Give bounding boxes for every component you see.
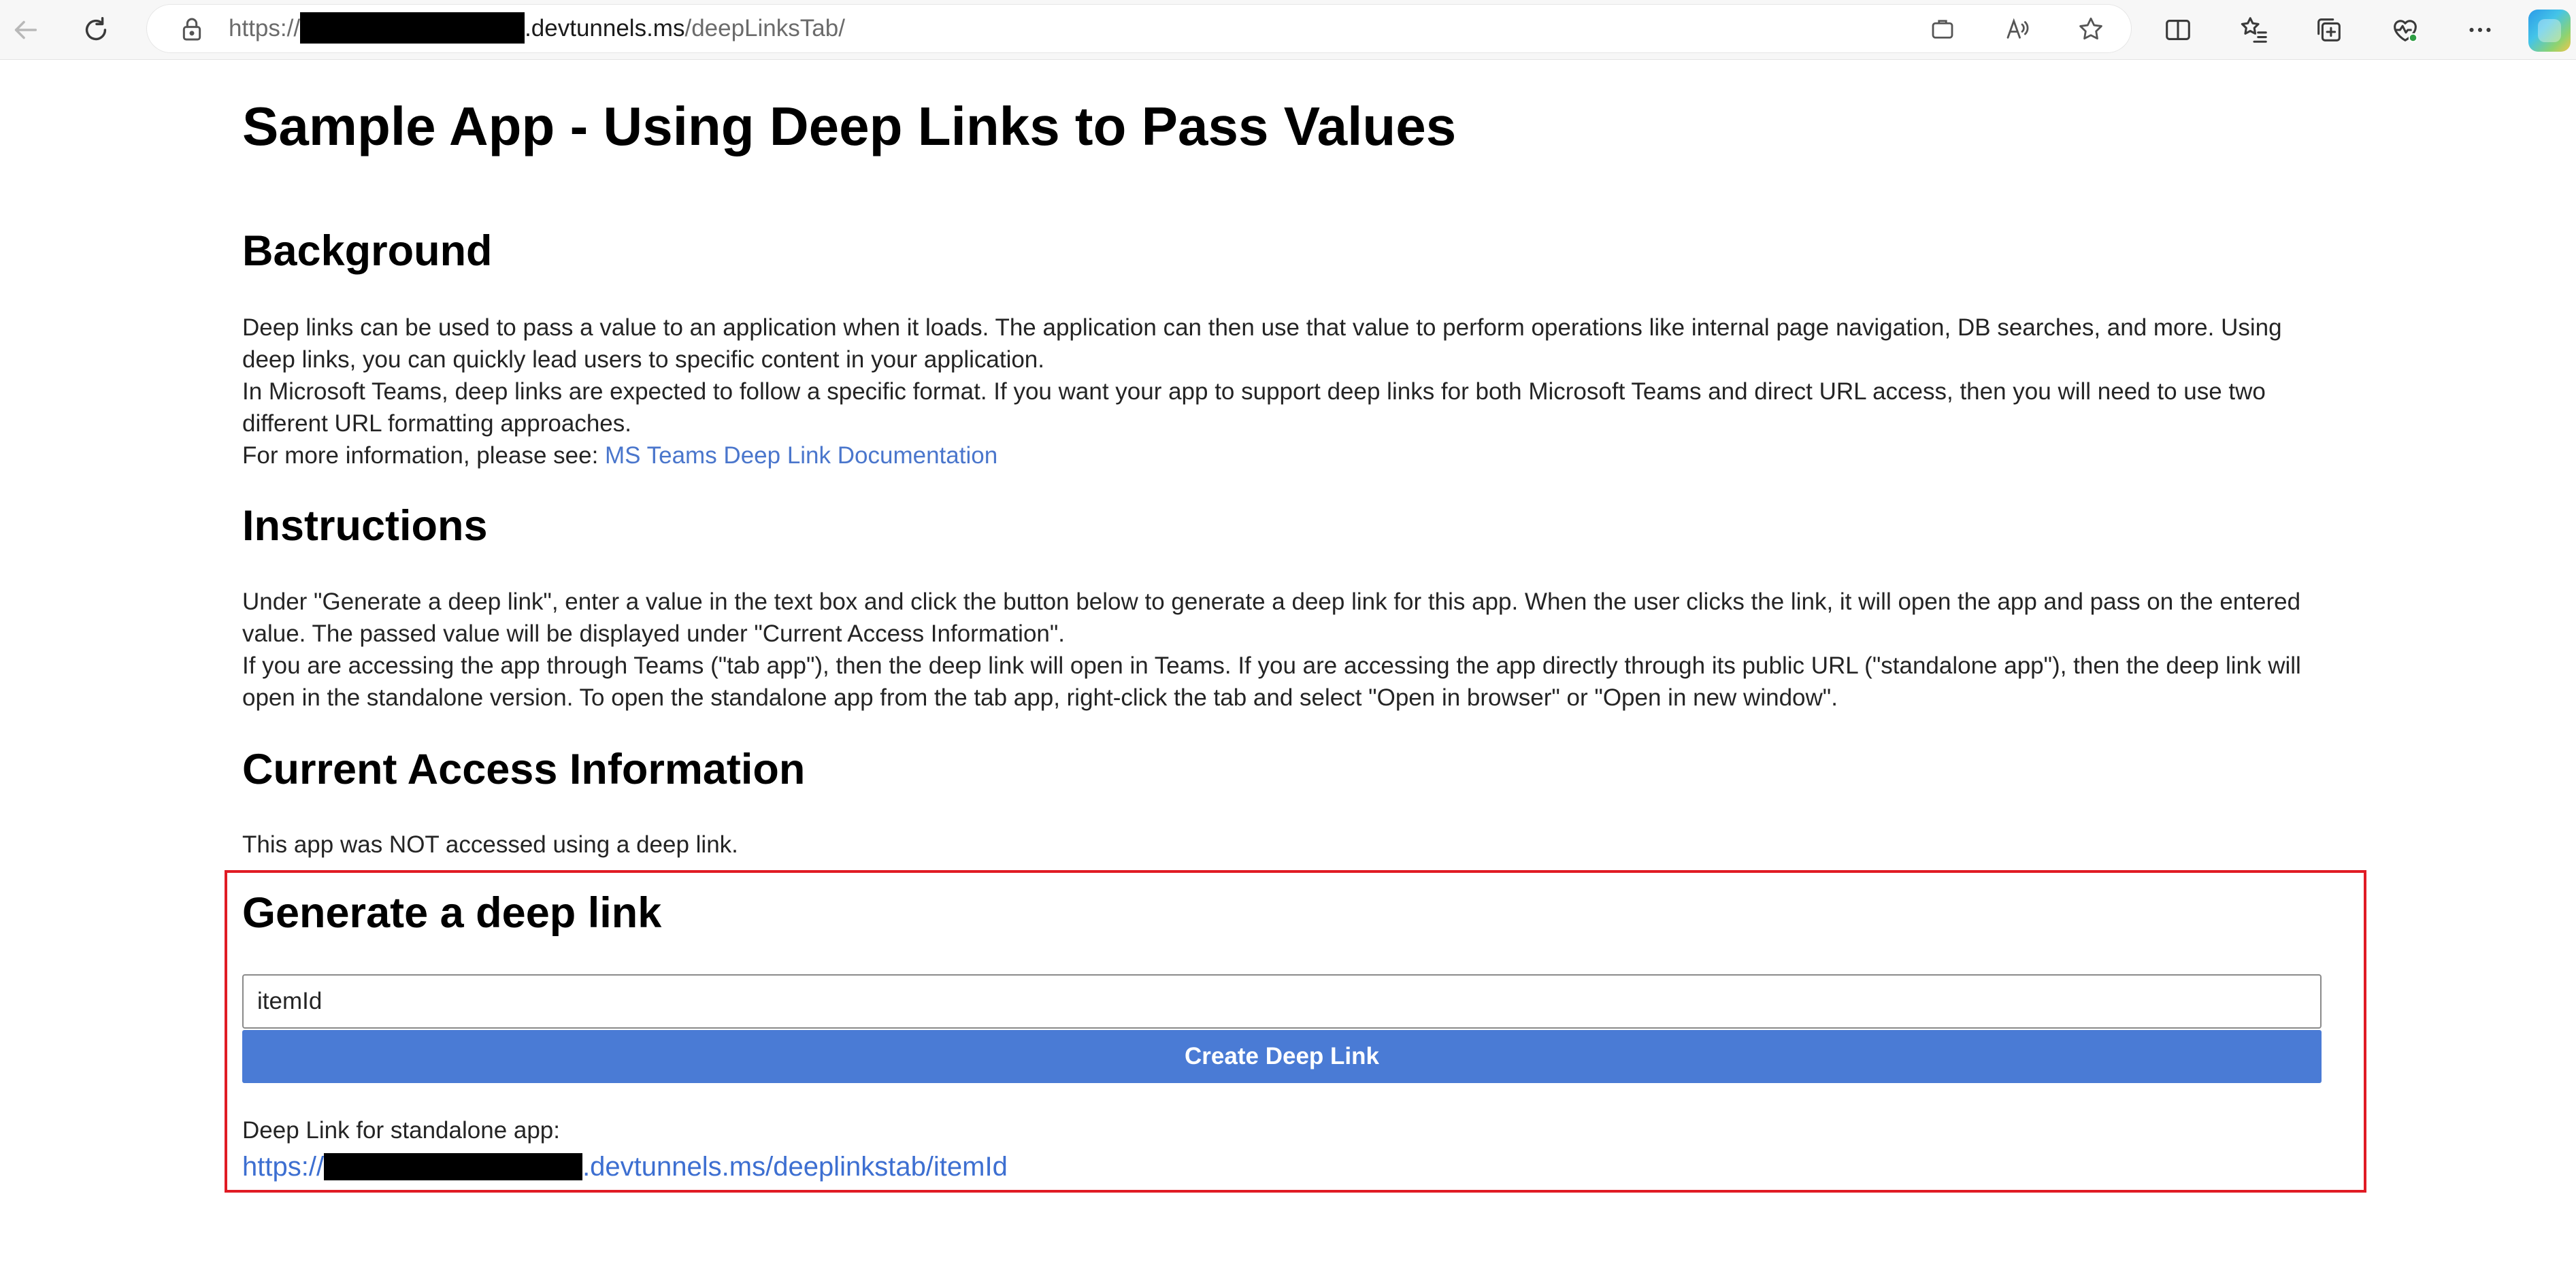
- redacted-block: [300, 12, 525, 44]
- split-screen-icon: [2166, 20, 2190, 40]
- url-text[interactable]: https:// .devtunnels.ms/deepLinksTab/: [229, 12, 845, 44]
- instructions-text-2: If you are accessing the app through Tea…: [242, 652, 2301, 711]
- background-text-3: For more information, please see: MS Tea…: [242, 439, 2311, 471]
- app-icon: [1932, 20, 1953, 39]
- refresh-button[interactable]: [75, 9, 117, 51]
- browser-toolbar: https:// .devtunnels.ms/deepLinksTab/: [0, 0, 2576, 60]
- lock-icon[interactable]: [178, 16, 205, 43]
- collections-button[interactable]: [2308, 9, 2350, 51]
- copilot-button[interactable]: [2528, 10, 2571, 52]
- back-button[interactable]: [4, 9, 46, 51]
- instructions-heading: Instructions: [242, 502, 488, 550]
- background-text-1: Deep links can be used to pass a value t…: [242, 314, 2282, 373]
- back-arrow-icon: [14, 20, 37, 39]
- item-id-input[interactable]: [242, 974, 2322, 1029]
- copilot-icon: [2538, 19, 2561, 42]
- refresh-icon: [85, 17, 107, 41]
- more-options-button[interactable]: [2459, 9, 2501, 51]
- app-available-button[interactable]: [1926, 12, 1960, 46]
- deep-link-scheme: https://: [242, 1152, 325, 1182]
- more-info-label: For more information, please see:: [242, 442, 606, 469]
- deep-link-rest: .devtunnels.ms/deeplinkstab/itemId: [582, 1152, 1008, 1182]
- page-title: Sample App - Using Deep Links to Pass Va…: [242, 96, 1457, 156]
- more-icon: [2469, 27, 2491, 33]
- instructions-paragraph: Under "Generate a deep link", enter a va…: [242, 586, 2311, 714]
- teams-deep-link-doc-link[interactable]: MS Teams Deep Link Documentation: [605, 442, 997, 469]
- background-heading: Background: [242, 227, 493, 275]
- heartbeat-icon: [2394, 20, 2418, 43]
- browser-essentials-button[interactable]: [2384, 9, 2426, 51]
- address-bar[interactable]: https:// .devtunnels.ms/deepLinksTab/: [147, 5, 2131, 52]
- favorites-button[interactable]: [2233, 9, 2275, 51]
- url-path: /deepLinksTab/: [684, 15, 845, 41]
- url-scheme: https://: [229, 15, 301, 41]
- create-deep-link-button[interactable]: Create Deep Link: [242, 1030, 2322, 1083]
- current-access-heading: Current Access Information: [242, 746, 806, 793]
- favorites-list-icon: [2241, 17, 2267, 43]
- split-screen-button[interactable]: [2157, 9, 2199, 51]
- url-host: .devtunnels.ms: [525, 15, 685, 41]
- collections-icon: [2317, 18, 2341, 41]
- read-aloud-icon: [2007, 18, 2029, 39]
- background-paragraph: Deep links can be used to pass a value t…: [242, 312, 2311, 471]
- favorite-button[interactable]: [2074, 12, 2108, 46]
- read-aloud-button[interactable]: [2000, 12, 2034, 46]
- standalone-deep-link[interactable]: https:// .devtunnels.ms/deeplinkstab/item…: [242, 1150, 1008, 1184]
- star-icon: [2079, 17, 2102, 40]
- current-access-status: This app was NOT accessed using a deep l…: [242, 831, 738, 858]
- standalone-link-label: Deep Link for standalone app:: [242, 1117, 560, 1144]
- instructions-text-1: Under "Generate a deep link", enter a va…: [242, 588, 2301, 647]
- redacted-block: [324, 1153, 583, 1181]
- background-text-2: In Microsoft Teams, deep links are expec…: [242, 378, 2266, 437]
